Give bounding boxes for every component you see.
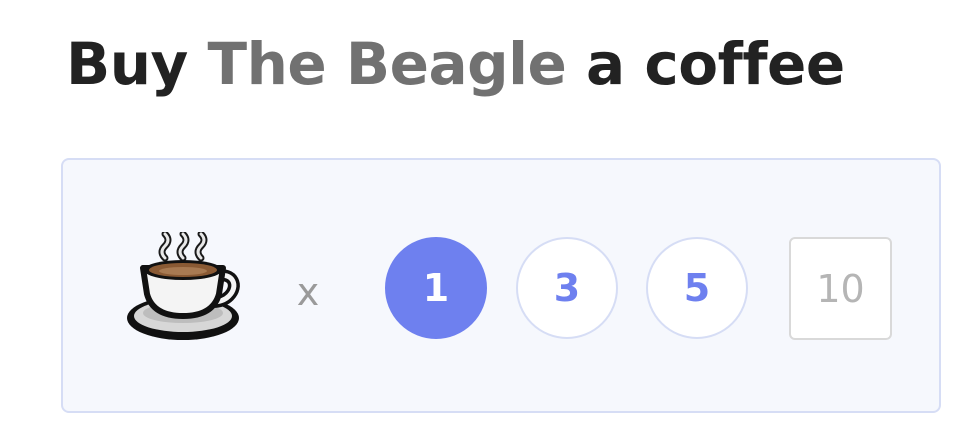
coffee-cup-icon xyxy=(127,232,240,340)
coffee-support-panel: x 1 3 5 xyxy=(61,158,941,413)
quantity-option-1[interactable]: 1 xyxy=(385,237,487,339)
custom-quantity-input[interactable] xyxy=(789,237,892,340)
quantity-option-3[interactable]: 3 xyxy=(516,237,618,339)
title-suffix: a coffee xyxy=(586,30,845,98)
page-title: Buy The Beagle a coffee xyxy=(66,24,845,104)
quantity-option-5[interactable]: 5 xyxy=(646,237,748,339)
multiplier-symbol: x xyxy=(296,270,320,314)
creator-name: The Beagle xyxy=(207,30,567,98)
title-prefix: Buy xyxy=(66,30,188,98)
